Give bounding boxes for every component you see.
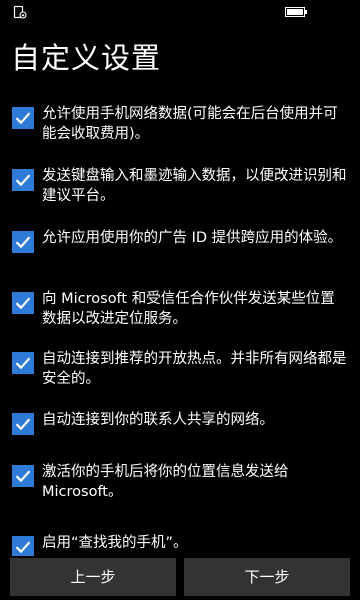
check-icon [15,357,31,370]
checkbox-checked[interactable] [12,352,34,374]
checkbox-checked[interactable] [12,292,34,314]
back-button[interactable]: 上一步 [10,558,176,596]
checkbox-checked[interactable] [12,231,34,253]
check-icon [15,470,31,483]
check-icon [15,174,31,187]
checkbox-checked[interactable] [12,107,34,129]
check-icon [15,541,31,554]
bottom-button-bar: 上一步 下一步 [0,556,360,600]
settings-list[interactable]: 允许使用手机网络数据(可能会在后台使用并可能会收取费用)。 发送键盘输入和墨迹输… [0,0,360,560]
setting-label: 向 Microsoft 和受信任合作伙伴发送某些位置数据以改进定位服务。 [42,291,335,327]
setting-label: 发送键盘输入和墨迹输入数据，以便改进识别和建议平台。 [42,168,347,204]
checkbox-checked[interactable] [12,413,34,435]
check-icon [15,297,31,310]
setting-label: 允许应用使用你的广告 ID 提供跨应用的体验。 [42,230,343,246]
setting-label: 启用“查找我的手机”。 [42,535,188,551]
checkbox-checked[interactable] [12,465,34,487]
next-button[interactable]: 下一步 [184,558,350,596]
setting-label: 自动连接到推荐的开放热点。并非所有网络都是安全的。 [42,351,347,387]
check-icon [15,236,31,249]
setting-label: 自动连接到你的联系人共享的网络。 [42,412,274,428]
check-icon [15,418,31,431]
setting-label: 激活你的手机后将你的位置信息发送给 Microsoft。 [42,464,289,500]
checkbox-checked[interactable] [12,169,34,191]
checkbox-checked[interactable] [12,536,34,558]
check-icon [15,112,31,125]
setting-label: 允许使用手机网络数据(可能会在后台使用并可能会收取费用)。 [42,106,338,142]
